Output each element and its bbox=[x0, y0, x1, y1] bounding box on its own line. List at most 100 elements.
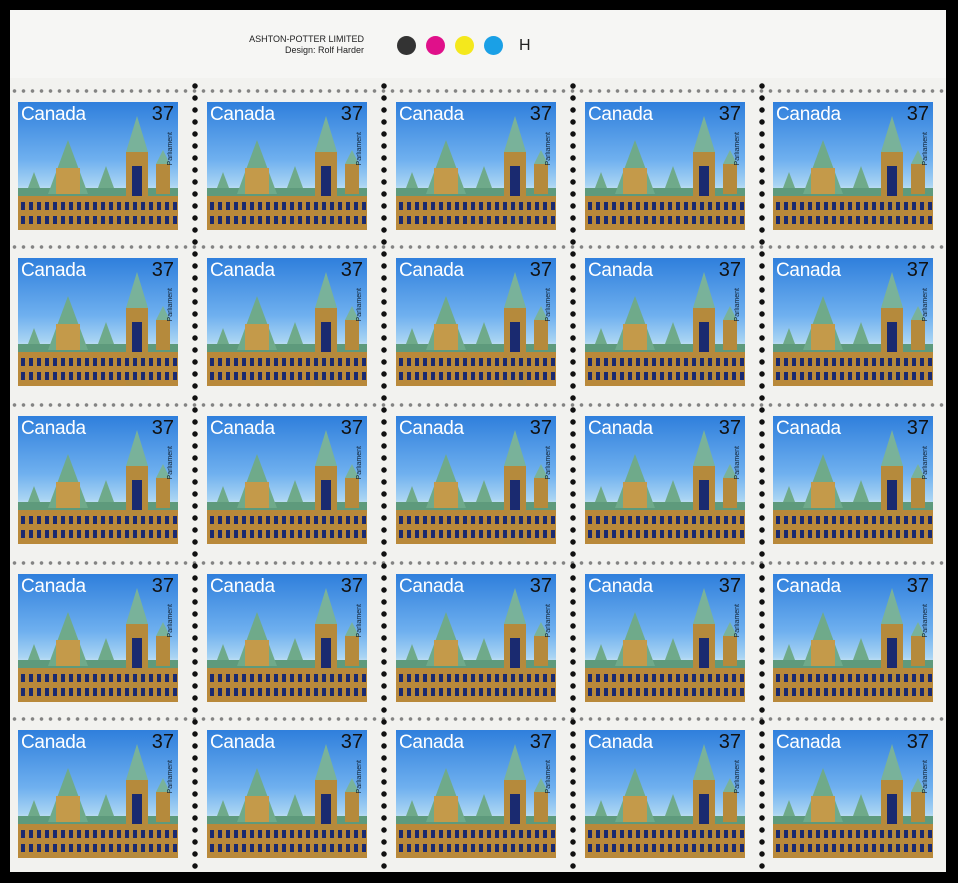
stamp-country: Canada bbox=[588, 576, 653, 597]
stamp: Canada 37 Parliament bbox=[396, 574, 556, 702]
perforation-row bbox=[10, 244, 946, 250]
stamp-subject: Parliament bbox=[356, 288, 363, 322]
stamp-subject: Parliament bbox=[922, 446, 929, 480]
perforation-row bbox=[10, 716, 946, 722]
stamp: Canada 37 Parliament bbox=[773, 730, 933, 858]
stamp: Canada 37 Parliament bbox=[396, 258, 556, 386]
stamp-country: Canada bbox=[399, 576, 464, 597]
stamp-country: Canada bbox=[776, 732, 841, 753]
stamp: Canada 37 Parliament bbox=[396, 102, 556, 230]
stamp: Canada 37 Parliament bbox=[207, 258, 367, 386]
stamp: Canada 37 Parliament bbox=[585, 258, 745, 386]
printer-imprint: ASHTON-POTTER LIMITED Design: Rolf Harde… bbox=[242, 34, 364, 56]
stamp-denomination: 37 bbox=[151, 575, 174, 597]
stamp-country: Canada bbox=[776, 260, 841, 281]
perforation-column bbox=[570, 80, 576, 872]
stamp-denomination: 37 bbox=[906, 731, 929, 753]
stamp-subject: Parliament bbox=[545, 132, 552, 166]
stamp-subject: Parliament bbox=[545, 288, 552, 322]
perforation-row bbox=[10, 560, 946, 566]
perforation-row bbox=[10, 402, 946, 408]
perforation-column bbox=[192, 80, 198, 872]
stamp-subject: Parliament bbox=[734, 288, 741, 322]
stamp-country: Canada bbox=[399, 104, 464, 125]
stamp-subject: Parliament bbox=[922, 760, 929, 794]
stamp-subject: Parliament bbox=[545, 604, 552, 638]
stamp-country: Canada bbox=[210, 104, 275, 125]
stamp-denomination: 37 bbox=[718, 731, 741, 753]
stamp-denomination: 37 bbox=[718, 575, 741, 597]
stamp: Canada 37 Parliament bbox=[18, 416, 178, 544]
stamp-denomination: 37 bbox=[151, 103, 174, 125]
selvage-margin: ASHTON-POTTER LIMITED Design: Rolf Harde… bbox=[10, 10, 946, 78]
stamp: Canada 37 Parliament bbox=[773, 258, 933, 386]
stamp-denomination: 37 bbox=[529, 103, 552, 125]
stamp-country: Canada bbox=[588, 260, 653, 281]
stamp-denomination: 37 bbox=[340, 731, 363, 753]
designer-credit: Design: Rolf Harder bbox=[284, 45, 364, 55]
perforation-column bbox=[759, 80, 765, 872]
stamp-subject: Parliament bbox=[734, 446, 741, 480]
perforation-column bbox=[381, 80, 387, 872]
stamp-denomination: 37 bbox=[718, 259, 741, 281]
stamp-country: Canada bbox=[776, 418, 841, 439]
color-registration-dots: H bbox=[397, 36, 531, 55]
stamp-country: Canada bbox=[399, 418, 464, 439]
stamp: Canada 37 Parliament bbox=[773, 416, 933, 544]
stamp-subject: Parliament bbox=[922, 288, 929, 322]
stamp-country: Canada bbox=[210, 260, 275, 281]
stamp-country: Canada bbox=[776, 576, 841, 597]
stamp-country: Canada bbox=[776, 104, 841, 125]
stamp: Canada 37 Parliament bbox=[585, 730, 745, 858]
stamp-country: Canada bbox=[210, 418, 275, 439]
stamp-country: Canada bbox=[588, 732, 653, 753]
stamp: Canada 37 Parliament bbox=[207, 416, 367, 544]
stamp-denomination: 37 bbox=[340, 103, 363, 125]
stamp: Canada 37 Parliament bbox=[585, 416, 745, 544]
stamp-subject: Parliament bbox=[356, 446, 363, 480]
stamp-country: Canada bbox=[210, 576, 275, 597]
stamp: Canada 37 Parliament bbox=[585, 574, 745, 702]
printer-name: ASHTON-POTTER LIMITED bbox=[249, 34, 364, 44]
stamp-subject: Parliament bbox=[167, 446, 174, 480]
stamp-country: Canada bbox=[588, 104, 653, 125]
stamp-denomination: 37 bbox=[718, 103, 741, 125]
stamp: Canada 37 Parliament bbox=[18, 574, 178, 702]
stamp-subject: Parliament bbox=[734, 760, 741, 794]
stamp-grid: Canada 37 Parliament Canada 37 Parliament Cana… bbox=[10, 80, 946, 872]
color-dot-yellow bbox=[455, 36, 474, 55]
stamp-subject: Parliament bbox=[734, 604, 741, 638]
stamp-country: Canada bbox=[399, 732, 464, 753]
stamp: Canada 37 Parliament bbox=[207, 102, 367, 230]
stamp: Canada 37 Parliament bbox=[585, 102, 745, 230]
stamp-subject: Parliament bbox=[167, 604, 174, 638]
stamp-denomination: 37 bbox=[718, 417, 741, 439]
perforation-row bbox=[10, 88, 946, 94]
stamp: Canada 37 Parliament bbox=[396, 730, 556, 858]
stamp-country: Canada bbox=[210, 732, 275, 753]
stamp-subject: Parliament bbox=[545, 446, 552, 480]
stamp-subject: Parliament bbox=[734, 132, 741, 166]
color-dot-cyan bbox=[484, 36, 503, 55]
stamp-subject: Parliament bbox=[167, 132, 174, 166]
stamp-country: Canada bbox=[588, 418, 653, 439]
stamp-subject: Parliament bbox=[356, 760, 363, 794]
stamp: Canada 37 Parliament bbox=[773, 102, 933, 230]
stamp-country: Canada bbox=[21, 260, 86, 281]
stamp-denomination: 37 bbox=[529, 259, 552, 281]
color-dot-magenta bbox=[426, 36, 445, 55]
stamp: Canada 37 Parliament bbox=[207, 574, 367, 702]
stamp-country: Canada bbox=[21, 732, 86, 753]
stamp-denomination: 37 bbox=[340, 575, 363, 597]
stamp-subject: Parliament bbox=[545, 760, 552, 794]
stamp-denomination: 37 bbox=[906, 103, 929, 125]
stamp-subject: Parliament bbox=[167, 288, 174, 322]
stamp-denomination: 37 bbox=[151, 259, 174, 281]
color-dot-black bbox=[397, 36, 416, 55]
stamp-denomination: 37 bbox=[906, 417, 929, 439]
stamp-country: Canada bbox=[21, 418, 86, 439]
stamp-denomination: 37 bbox=[340, 259, 363, 281]
stamp: Canada 37 Parliament bbox=[773, 574, 933, 702]
stamp-denomination: 37 bbox=[529, 731, 552, 753]
stamp-subject: Parliament bbox=[356, 604, 363, 638]
